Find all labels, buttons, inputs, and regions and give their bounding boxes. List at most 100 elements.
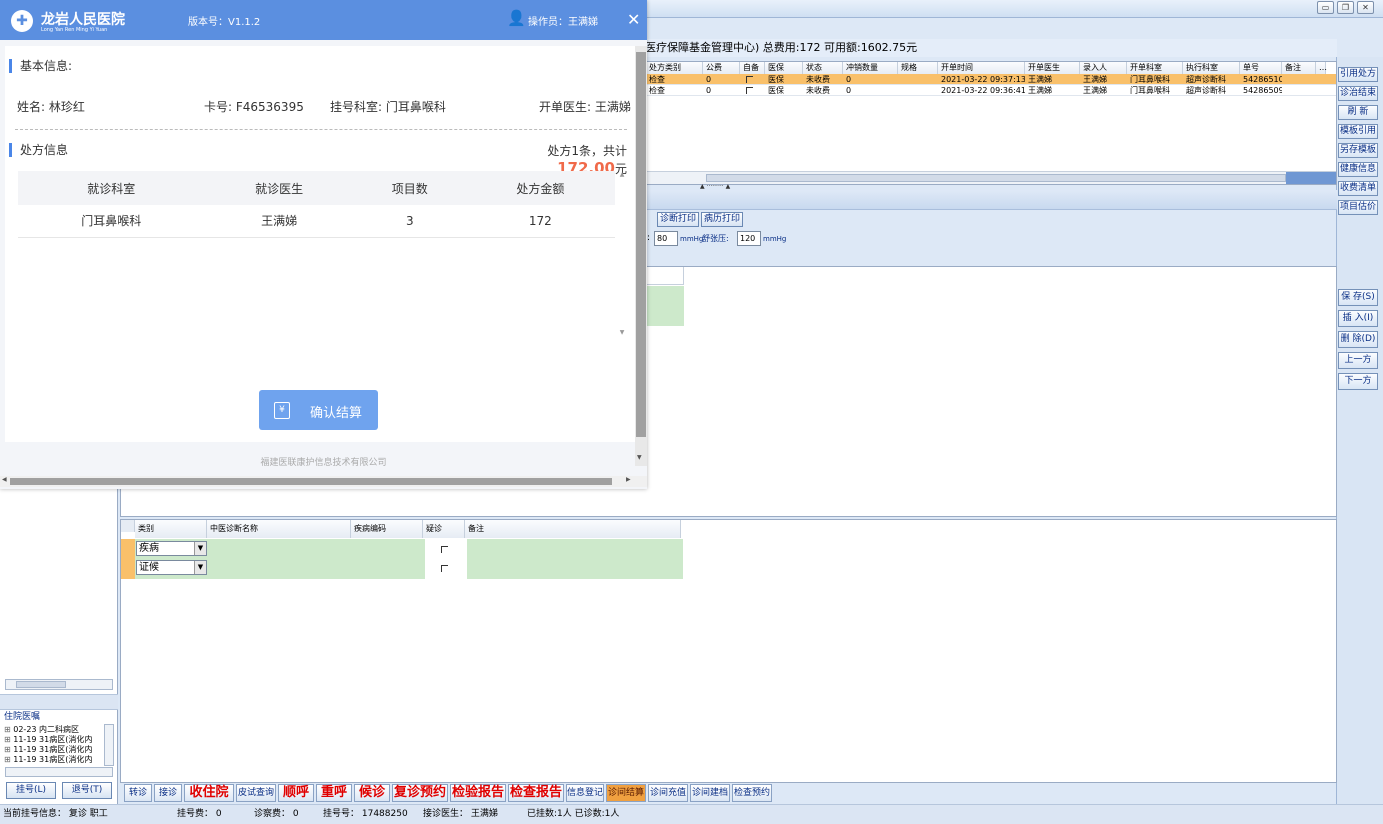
rx-cell: [1282, 74, 1316, 85]
rx-col-header[interactable]: 开单时间: [938, 62, 1025, 74]
rx-col-header[interactable]: 公费: [703, 62, 740, 74]
side-button[interactable]: 另存模板: [1338, 143, 1378, 158]
record-print-button[interactable]: 病历打印: [701, 212, 743, 227]
ward-list[interactable]: ⊞ 02-23 内二科病区 ⊞ 11-19 31病区(消化内 ⊞ 11-19 31病…: [4, 725, 104, 767]
rx-cell: 2021-03-22 09:36:41: [941, 86, 1025, 95]
table-row[interactable]: 检查 0 医保 未收费 0 2021-03-22 09:36:41 王满娣 王满娣 门耳鼻喉科超…: [646, 85, 1336, 96]
side-action-button[interactable]: 保 存(S): [1338, 289, 1378, 306]
rx-col-header[interactable]: 规格: [898, 62, 938, 74]
tcm-diagnosis-area[interactable]: 类别 中医诊断名称 疾病编码 疑诊 备注 疾病 ▼ 证候 ▼: [120, 519, 1337, 783]
tcm-col-header[interactable]: 疑诊: [423, 520, 465, 538]
side-button[interactable]: 引用处方: [1338, 67, 1378, 82]
rx-table: 就诊科室 就诊医生 项目数 处方金额 门耳鼻喉科 王满娣 3 172: [18, 171, 615, 238]
self-pay-checkbox[interactable]: [746, 87, 753, 94]
unregister-button[interactable]: 退号(T): [62, 782, 112, 799]
table-row[interactable]: 检查 0 医保 未收费 0 2021-03-22 09:37:13 王满娣 王满娣 门耳鼻喉科超…: [646, 74, 1336, 85]
category-dropdown-disease[interactable]: 疾病 ▼: [136, 541, 207, 556]
bottom-button[interactable]: 顺呼: [278, 784, 314, 802]
rx-cell: 门耳鼻喉科: [1130, 75, 1170, 84]
minimize-icon[interactable]: ▭: [1317, 1, 1334, 14]
bottom-button[interactable]: 皮试查询: [236, 784, 276, 802]
ward-item[interactable]: ⊞ 02-23 内二科病区: [4, 725, 104, 735]
rx-col-header[interactable]: 冲销数量: [843, 62, 898, 74]
bottom-button[interactable]: 诊间充值: [648, 784, 688, 802]
ward-item[interactable]: ⊞ 11-19 31病区(消化内: [4, 735, 104, 745]
tcm-col-header[interactable]: 类别: [135, 520, 207, 538]
tcm-col-header[interactable]: 中医诊断名称: [207, 520, 351, 538]
left-hscroll[interactable]: [5, 679, 113, 690]
side-action-button[interactable]: 删 除(D): [1338, 331, 1378, 348]
detail-area[interactable]: [645, 266, 1337, 516]
bottom-button[interactable]: 接诊: [154, 784, 182, 802]
expand-icon[interactable]: ⊞: [4, 735, 13, 744]
bottom-button[interactable]: 转诊: [124, 784, 152, 802]
rx-col-header[interactable]: 医保: [765, 62, 803, 74]
systolic-input[interactable]: 80: [654, 231, 678, 246]
side-button[interactable]: 收费清单: [1338, 181, 1378, 196]
expand-icon[interactable]: ⊞: [4, 745, 13, 754]
diag-print-button[interactable]: 诊断打印: [657, 212, 699, 227]
self-pay-checkbox[interactable]: [746, 76, 753, 83]
side-button[interactable]: 刷 新: [1338, 105, 1378, 120]
rx-cell: [1282, 85, 1316, 96]
side-action-button[interactable]: 插 入(I): [1338, 310, 1378, 327]
prescription-grid[interactable]: 处方类别 公费 自备 医保 状态 冲销数量 规格 开单时间 开单医生 录入人 开单科室 执行科室 单号备…: [645, 61, 1337, 185]
tcm-col-header[interactable]: 疾病编码: [351, 520, 423, 538]
rx-col-header[interactable]: 处方类别: [646, 62, 703, 74]
bottom-button[interactable]: 收住院: [184, 784, 234, 802]
side-action-button[interactable]: 下一方: [1338, 373, 1378, 390]
rx-table-scrollbar[interactable]: ▲ ▼: [618, 171, 626, 336]
bottom-button[interactable]: 信息登记: [566, 784, 604, 802]
suspected-checkbox[interactable]: [441, 546, 448, 553]
side-button[interactable]: 模板引用: [1338, 124, 1378, 139]
close-icon[interactable]: ✕: [627, 10, 640, 29]
ward-vscroll[interactable]: [104, 724, 114, 766]
splitter-handle[interactable]: ▲ ········· ▲: [700, 184, 760, 190]
restore-icon[interactable]: ❐: [1337, 1, 1354, 14]
category-dropdown-syndrome[interactable]: 证候 ▼: [136, 560, 207, 575]
bottom-button[interactable]: 诊间结算: [606, 784, 646, 802]
rx-col-header[interactable]: 开单科室: [1127, 62, 1183, 74]
confirm-settle-button[interactable]: ¥ 确认结算: [259, 390, 378, 430]
bottom-button[interactable]: 候诊: [354, 784, 390, 802]
tcm-col-header[interactable]: 备注: [465, 520, 681, 538]
dropdown-arrow-icon: ▼: [194, 561, 206, 574]
dialog-hscroll[interactable]: ◀ ▶: [0, 476, 647, 487]
horizontal-scrollbar[interactable]: [646, 171, 1336, 184]
expand-icon[interactable]: ⊞: [4, 725, 13, 734]
expand-icon[interactable]: ⊞: [4, 755, 13, 764]
dialog-vscroll[interactable]: ▼: [635, 46, 647, 466]
bottom-button[interactable]: 诊间建档: [690, 784, 730, 802]
rx-col-header[interactable]: 录入人: [1080, 62, 1127, 74]
rx-cell: 王满娣: [1028, 86, 1052, 95]
rx-cell: 0: [846, 75, 852, 84]
suspected-checkbox[interactable]: [441, 565, 448, 572]
close-window-icon[interactable]: ✕: [1357, 1, 1374, 14]
side-button[interactable]: 诊治结束: [1338, 86, 1378, 101]
side-button[interactable]: 健康信息: [1338, 162, 1378, 177]
ward-item[interactable]: ⊞ 11-19 31病区(消化内: [4, 755, 104, 765]
ward-hscroll[interactable]: [5, 767, 113, 777]
ward-item[interactable]: ⊞ 11-19 31病区(消化内: [4, 745, 104, 755]
rx-col-header[interactable]: 开单医生: [1025, 62, 1080, 74]
side-button[interactable]: 项目估价: [1338, 200, 1378, 215]
rx-col-header[interactable]: 备注: [1282, 62, 1316, 74]
diastolic-input[interactable]: 120: [737, 231, 761, 246]
register-button[interactable]: 挂号(L): [6, 782, 56, 799]
rx-cell: [898, 85, 938, 96]
rx-col-header[interactable]: 自备: [740, 62, 765, 74]
rx-col-header[interactable]: …: [1316, 62, 1327, 74]
rx-col-header[interactable]: 单号: [1240, 62, 1282, 74]
rx-table-header: 处方金额: [465, 171, 615, 205]
hospital-pinyin: Long Yan Ren Ming Yi Yuan: [41, 27, 108, 33]
ward-item-label: 11-19 31病区(消化内: [13, 735, 93, 744]
bottom-button[interactable]: 检查报告: [508, 784, 564, 802]
table-row[interactable]: 门耳鼻喉科 王满娣 3 172: [18, 205, 615, 238]
bottom-button[interactable]: 检验报告: [450, 784, 506, 802]
rx-col-header[interactable]: 状态: [803, 62, 843, 74]
bottom-button[interactable]: 检查预约: [732, 784, 772, 802]
bottom-button[interactable]: 复诊预约: [392, 784, 448, 802]
side-action-button[interactable]: 上一方: [1338, 352, 1378, 369]
bottom-button[interactable]: 重呼: [316, 784, 352, 802]
rx-col-header[interactable]: 执行科室: [1183, 62, 1240, 74]
